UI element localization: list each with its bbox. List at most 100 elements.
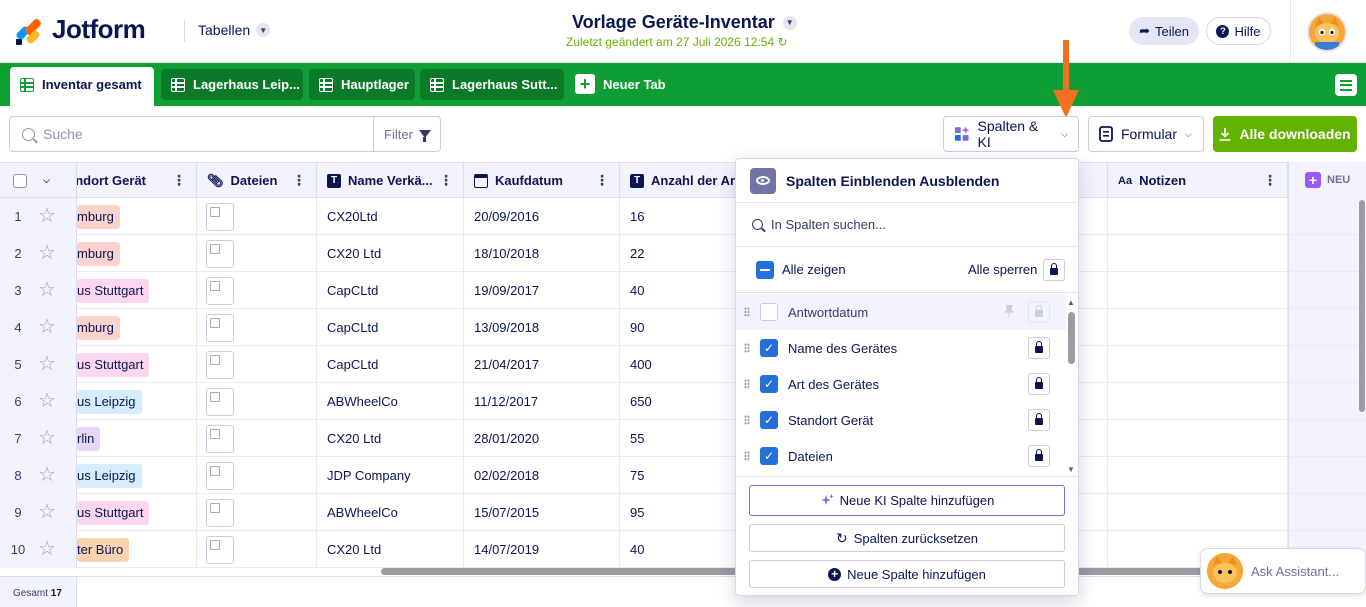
table-row[interactable]: 7 ☆ rlin CX20 Ltd 28/01/2020 55	[0, 420, 1366, 457]
column-header-kaufdatum[interactable]: Kaufdatum ⋮	[464, 163, 620, 198]
cell-notizen[interactable]	[1108, 309, 1288, 346]
jotform-logo[interactable]: Jotform	[15, 14, 146, 45]
column-header-notizen[interactable]: Aa Notizen ⋮	[1108, 163, 1288, 198]
column-search-input[interactable]	[771, 217, 1051, 232]
cell-anzahl[interactable]: 40	[620, 272, 736, 309]
table-row[interactable]: 3 ☆ us Stuttgart CapCLtd 19/09/2017 40	[0, 272, 1366, 309]
cell-standort[interactable]: us Stuttgart	[77, 494, 197, 531]
cell-hidden[interactable]	[1078, 420, 1108, 457]
vertical-scrollbar[interactable]	[1359, 200, 1365, 412]
column-header-standort[interactable]: Standort Gerät ⋮	[77, 163, 197, 198]
drag-handle-icon[interactable]	[744, 307, 750, 317]
cell-kaufdatum[interactable]: 02/02/2018	[464, 457, 620, 494]
cell-notizen[interactable]	[1108, 383, 1288, 420]
table-row[interactable]: 1 ☆ mburg CX20Ltd 20/09/2016 16	[0, 198, 1366, 235]
scroll-thumb[interactable]	[1068, 312, 1075, 364]
cell-verkaeufer[interactable]: CX20 Ltd	[317, 531, 464, 568]
panel-scrollbar[interactable]: ▲ ▼	[1066, 298, 1078, 474]
new-tab-button[interactable]: + Neuer Tab	[575, 74, 666, 94]
column-menu-icon[interactable]: ⋮	[172, 173, 186, 187]
column-toggle-item[interactable]: Antwortdatum	[736, 294, 1066, 330]
show-all-checkbox[interactable]	[756, 260, 774, 279]
cell-dateien[interactable]	[197, 383, 317, 420]
cell-notizen[interactable]	[1108, 346, 1288, 383]
tab-lagerhaus-stuttgart[interactable]: Lagerhaus Sutt...	[420, 69, 564, 100]
cell-standort[interactable]: mburg	[77, 235, 197, 272]
cell-verkaeufer[interactable]: CX20Ltd	[317, 198, 464, 235]
cell-anzahl[interactable]: 55	[620, 420, 736, 457]
add-ai-column-button[interactable]: Neue KI Spalte hinzufügen	[749, 485, 1065, 516]
broken-image-icon[interactable]	[206, 498, 234, 527]
filter-button[interactable]: Filter	[373, 117, 441, 151]
hamburger-menu-icon[interactable]	[1335, 74, 1357, 96]
drag-handle-icon[interactable]	[744, 451, 750, 461]
broken-image-icon[interactable]	[206, 387, 234, 416]
cell-notizen[interactable]	[1108, 235, 1288, 272]
cell-verkaeufer[interactable]: CapCLtd	[317, 309, 464, 346]
lock-button[interactable]	[1028, 445, 1050, 467]
ask-assistant-button[interactable]: Ask Assistant...	[1200, 548, 1366, 594]
cell-verkaeufer[interactable]: ABWheelCo	[317, 383, 464, 420]
add-column-panel-button[interactable]: + Neue Spalte hinzufügen	[749, 560, 1065, 588]
avatar[interactable]	[1307, 12, 1347, 52]
cell-hidden[interactable]	[1078, 272, 1108, 309]
table-row[interactable]: 2 ☆ mburg CX20 Ltd 18/10/2018 22	[0, 235, 1366, 272]
cell-anzahl[interactable]: 40	[620, 531, 736, 568]
column-toggle-item[interactable]: ✓ Art des Gerätes	[736, 366, 1066, 402]
drag-handle-icon[interactable]	[744, 343, 750, 353]
download-all-button[interactable]: Alle downloaden	[1213, 116, 1357, 152]
broken-image-icon[interactable]	[206, 350, 234, 379]
cell-dateien[interactable]	[197, 235, 317, 272]
table-row[interactable]: 10 ☆ ter Büro CX20 Ltd 14/07/2019 40	[0, 531, 1366, 568]
cell-hidden[interactable]	[1078, 309, 1108, 346]
cell-dateien[interactable]	[197, 494, 317, 531]
scroll-down-icon[interactable]: ▼	[1067, 465, 1075, 474]
cell-dateien[interactable]	[197, 531, 317, 568]
cell-standort[interactable]: mburg	[77, 198, 197, 235]
column-checkbox-checked[interactable]: ✓	[760, 375, 778, 393]
column-checkbox-checked[interactable]: ✓	[760, 447, 778, 465]
tab-inventar-gesamt[interactable]: Inventar gesamt ⋮	[10, 67, 154, 106]
star-icon[interactable]: ☆	[38, 502, 56, 522]
cell-hidden[interactable]	[1078, 235, 1108, 272]
column-checkbox-checked[interactable]: ✓	[760, 339, 778, 357]
cell-notizen[interactable]	[1108, 494, 1288, 531]
column-checkbox-unchecked[interactable]	[760, 303, 778, 321]
form-button[interactable]: Formular ⌵	[1088, 116, 1204, 152]
cell-hidden[interactable]	[1078, 198, 1108, 235]
column-header-dateien[interactable]: 📎︎ Dateien ⋮	[197, 163, 317, 198]
table-row[interactable]: 9 ☆ us Stuttgart ABWheelCo 15/07/2015 95	[0, 494, 1366, 531]
table-row[interactable]: 4 ☆ mburg CapCLtd 13/09/2018 90	[0, 309, 1366, 346]
cell-dateien[interactable]	[197, 457, 317, 494]
column-menu-icon[interactable]: ⋮	[1263, 173, 1277, 187]
drag-handle-icon[interactable]	[744, 415, 750, 425]
cell-dateien[interactable]	[197, 198, 317, 235]
cell-verkaeufer[interactable]: CapCLtd	[317, 346, 464, 383]
cell-verkaeufer[interactable]: ABWheelCo	[317, 494, 464, 531]
broken-image-icon[interactable]	[206, 424, 234, 453]
document-title[interactable]: Vorlage Geräte-Inventar ▼	[572, 12, 797, 33]
tables-menu[interactable]: Tabellen ▼	[198, 22, 271, 38]
cell-anzahl[interactable]: 16	[620, 198, 736, 235]
star-icon[interactable]: ☆	[38, 428, 56, 448]
columns-ai-button[interactable]: Spalten & KI ⌵	[943, 116, 1079, 152]
cell-hidden[interactable]	[1078, 383, 1108, 420]
cell-anzahl[interactable]: 400	[620, 346, 736, 383]
star-icon[interactable]: ☆	[38, 317, 56, 337]
cell-dateien[interactable]	[197, 309, 317, 346]
tab-lagerhaus-leipzig[interactable]: Lagerhaus Leip...	[161, 69, 303, 100]
cell-notizen[interactable]	[1108, 272, 1288, 309]
cell-standort[interactable]: ter Büro	[77, 531, 197, 568]
star-icon[interactable]: ☆	[38, 243, 56, 263]
cell-standort[interactable]: us Stuttgart	[77, 346, 197, 383]
star-icon[interactable]: ☆	[38, 539, 56, 559]
cell-verkaeufer[interactable]: CapCLtd	[317, 272, 464, 309]
cell-kaufdatum[interactable]: 18/10/2018	[464, 235, 620, 272]
tab-kebab-icon[interactable]: ⋮	[150, 76, 154, 93]
table-row[interactable]: 5 ☆ us Stuttgart CapCLtd 21/04/2017 400	[0, 346, 1366, 383]
share-button[interactable]: ➦ Teilen	[1129, 17, 1199, 45]
cell-dateien[interactable]	[197, 420, 317, 457]
star-icon[interactable]: ☆	[38, 354, 56, 374]
broken-image-icon[interactable]	[206, 276, 234, 305]
cell-hidden[interactable]	[1078, 494, 1108, 531]
